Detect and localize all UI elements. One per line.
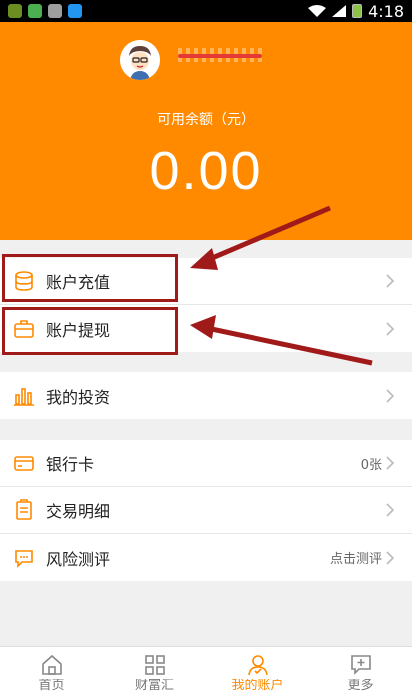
database-icon — [12, 269, 36, 293]
transaction-details-row[interactable]: 交易明细 — [0, 487, 412, 534]
game-notification-icon — [28, 4, 42, 18]
chevron-right-icon — [386, 388, 394, 403]
receipt-icon — [12, 498, 36, 522]
recharge-row[interactable]: 账户充值 — [0, 258, 412, 305]
home-icon — [41, 654, 62, 675]
bank-card-row[interactable]: 银行卡 0张 — [0, 440, 412, 487]
nav-my-account-label: 我的账户 — [231, 679, 284, 693]
account-actions-section: 账户充值 账户提现 — [0, 258, 412, 352]
risk-assessment-row[interactable]: 风险测评 点击测评 — [0, 534, 412, 581]
withdraw-row[interactable]: 账户提现 — [0, 305, 412, 352]
balance-amount: 0.00 — [149, 141, 263, 201]
chevron-right-icon — [386, 503, 394, 517]
risk-assessment-label: 风险测评 — [46, 549, 111, 569]
avatar-face-icon — [120, 40, 160, 80]
nav-wealth-label: 财富汇 — [134, 679, 174, 693]
chat-bubble-icon — [12, 546, 36, 570]
investments-section: 我的投资 — [0, 372, 412, 419]
nav-home-label: 首页 — [38, 679, 65, 693]
avatar[interactable] — [120, 40, 160, 80]
chevron-right-icon — [386, 274, 394, 288]
nav-wealth[interactable]: 财富汇 — [103, 647, 206, 693]
nav-my-account[interactable]: 我的账户 — [206, 647, 309, 693]
withdraw-label: 账户提现 — [46, 320, 111, 340]
nav-home[interactable]: 首页 — [0, 647, 103, 693]
bank-card-icon — [12, 451, 36, 475]
chevron-right-icon — [386, 321, 394, 336]
account-header: 可用余额（元） 0.00 — [0, 22, 412, 240]
briefcase-icon — [12, 317, 36, 341]
investments-label: 我的投资 — [46, 387, 111, 407]
grid-icon — [144, 655, 165, 675]
username-redacted — [178, 48, 262, 62]
bank-card-label: 银行卡 — [46, 455, 95, 474]
mask-notification-icon — [48, 4, 62, 18]
signal-icon — [332, 5, 347, 17]
store-notification-icon — [68, 4, 82, 18]
details-section: 银行卡 0张 交易明细 风险测评 点击测评 — [0, 440, 412, 581]
app-notification-icon — [8, 4, 22, 18]
investments-row[interactable]: 我的投资 — [0, 372, 412, 419]
message-plus-icon — [350, 655, 371, 675]
status-time: 4:18 — [368, 1, 404, 21]
nav-more[interactable]: 更多 — [309, 647, 412, 693]
balance-label: 可用余额（元） — [157, 112, 255, 128]
bank-card-count: 0张 — [360, 457, 382, 473]
chevron-right-icon — [386, 456, 394, 470]
nav-more-label: 更多 — [347, 679, 374, 693]
battery-icon — [352, 4, 363, 18]
risk-assessment-action: 点击测评 — [329, 552, 382, 567]
transaction-details-label: 交易明细 — [46, 502, 111, 521]
bar-chart-icon — [12, 384, 36, 408]
wifi-icon — [308, 5, 327, 17]
chevron-right-icon — [386, 550, 394, 565]
recharge-label: 账户充值 — [46, 273, 111, 292]
bottom-nav: 首页 财富汇 我的账户 更多 — [0, 646, 412, 693]
status-bar: 4:18 — [0, 0, 412, 22]
user-icon — [247, 655, 268, 676]
